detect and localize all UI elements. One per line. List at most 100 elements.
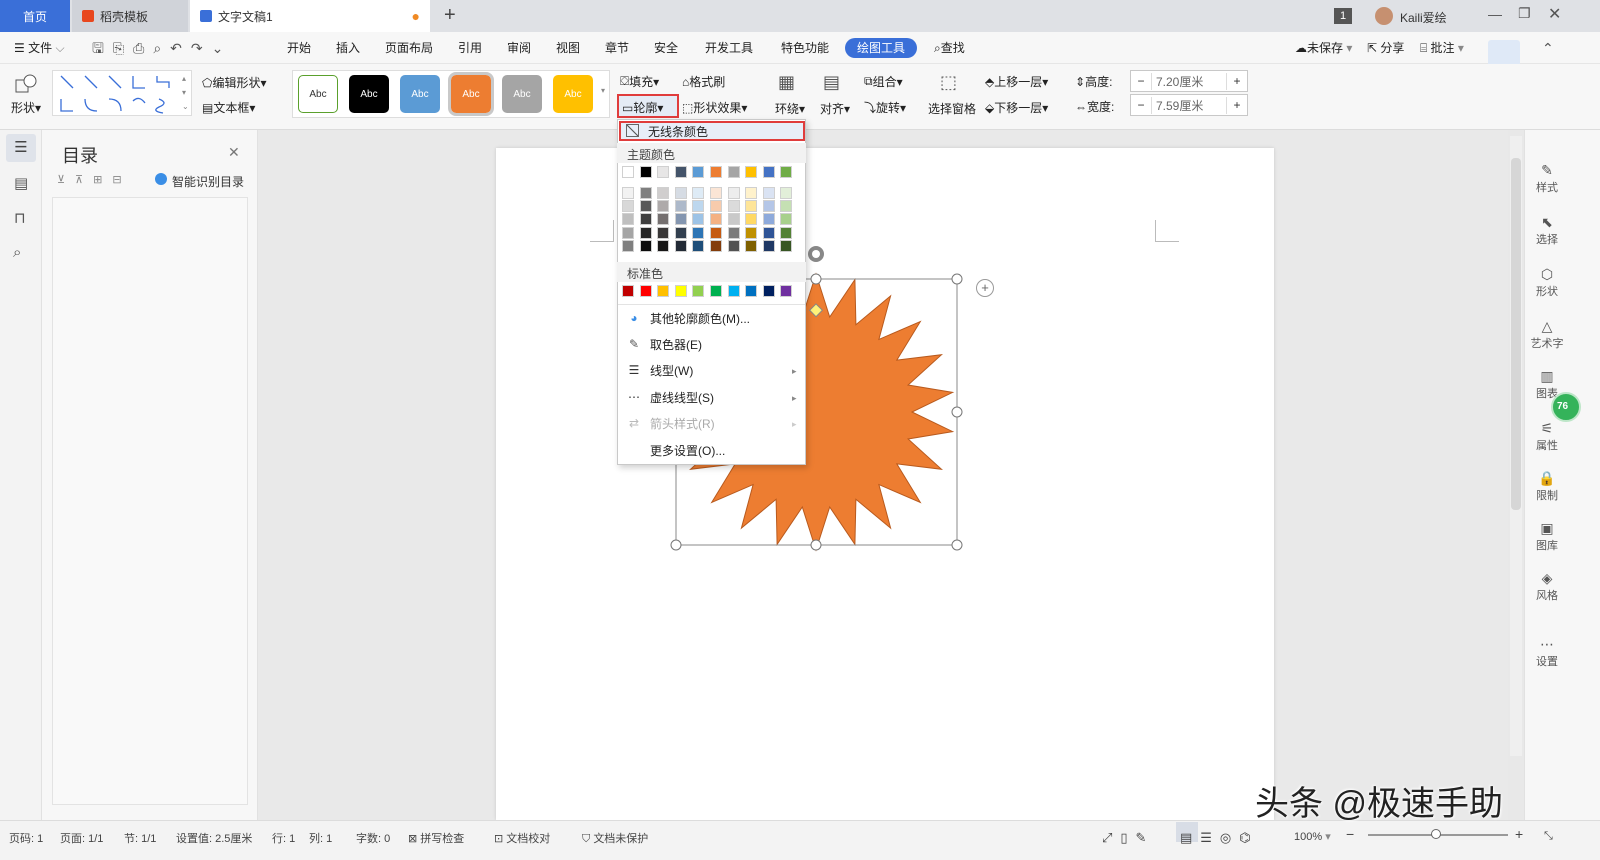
tab-home[interactable]: 首页	[0, 0, 70, 32]
theme-shade-swatch[interactable]	[709, 226, 722, 239]
page-nav-icon[interactable]: ▤	[14, 174, 28, 192]
find-nav-icon[interactable]: ⌕	[13, 244, 21, 261]
theme-shade-swatch[interactable]	[780, 213, 793, 226]
style-box-5[interactable]: Abc	[502, 75, 542, 113]
theme-shade-swatch[interactable]	[762, 213, 775, 226]
unsaved-button[interactable]: ☁未保存 ▾	[1295, 32, 1352, 64]
theme-shade-swatch[interactable]	[745, 200, 758, 213]
status-words[interactable]: 字数: 0	[356, 830, 390, 846]
tab-document[interactable]: 文字文稿1 ●	[190, 0, 430, 32]
theme-shade-swatch[interactable]	[780, 200, 793, 213]
theme-shade-swatch[interactable]	[709, 200, 722, 213]
theme-shade-swatch[interactable]	[762, 187, 775, 199]
menu-special[interactable]: 特色功能	[781, 32, 829, 64]
avatar[interactable]	[1375, 7, 1393, 25]
theme-shade-swatch[interactable]	[709, 187, 722, 199]
width-spinner[interactable]: −7.59厘米 +	[1130, 94, 1248, 116]
theme-shade-swatch[interactable]	[727, 187, 740, 199]
zoom-slider-handle[interactable]	[1431, 829, 1441, 839]
theme-shade-swatch[interactable]	[692, 187, 705, 199]
theme-shade-swatch[interactable]	[622, 187, 634, 199]
width-input[interactable]: 7.59厘米	[1151, 96, 1227, 114]
theme-shade-swatch[interactable]	[674, 200, 687, 213]
collapse-ribbon-icon[interactable]: ⌃	[1542, 40, 1554, 57]
panel-gallery-button[interactable]: ▣ 图库	[1525, 520, 1569, 553]
theme-shade-swatch[interactable]	[745, 239, 758, 252]
status-page[interactable]: 页码: 1	[9, 830, 43, 846]
theme-shade-swatch[interactable]	[639, 226, 652, 239]
more-settings-item[interactable]: 更多设置(O)...	[650, 437, 837, 463]
standard-color-swatch[interactable]	[780, 285, 793, 297]
status-col[interactable]: 列: 1	[309, 830, 332, 846]
align-button[interactable]: 对齐 ▾	[820, 100, 850, 117]
zoom-in-button[interactable]: +	[1515, 826, 1523, 842]
line-type-item[interactable]: ☰ 线型(W)	[618, 357, 805, 383]
theme-shade-swatch[interactable]	[639, 187, 652, 199]
theme-color-swatch[interactable]	[709, 166, 722, 178]
theme-shade-swatch[interactable]	[622, 226, 634, 239]
select-pane-button[interactable]: 选择窗格	[928, 100, 976, 117]
bring-forward-button[interactable]: ⬘ 上移一层 ▾	[985, 73, 1048, 90]
standard-color-swatch[interactable]	[727, 285, 740, 297]
view-mode-icons[interactable]: ⤢▯✎	[1102, 830, 1154, 846]
panel-select-button[interactable]: ⬉ 选择	[1525, 214, 1569, 247]
no-line-color-item[interactable]: 无线条颜色	[648, 123, 708, 140]
user-name[interactable]: Kaili爱绘	[1400, 9, 1447, 26]
standard-color-swatch[interactable]	[762, 285, 775, 297]
toc-tools-icons[interactable]: ⊻⊼⊞⊟	[57, 173, 132, 186]
status-setting[interactable]: 设置值: 2.5厘米	[176, 830, 252, 846]
panel-art-text-button[interactable]: △ 艺术字	[1525, 318, 1569, 351]
theme-color-swatch[interactable]	[692, 166, 705, 178]
protect-button[interactable]: ⛉ 文档未保护	[582, 830, 648, 846]
theme-shade-swatch[interactable]	[657, 200, 670, 213]
theme-shade-swatch[interactable]	[745, 226, 758, 239]
theme-shade-swatch[interactable]	[692, 226, 705, 239]
height-input[interactable]: 7.20厘米	[1151, 72, 1227, 90]
theme-shade-swatch[interactable]	[622, 239, 634, 252]
minimize-button[interactable]: —	[1488, 6, 1502, 22]
theme-shade-swatch[interactable]	[762, 200, 775, 213]
bookmark-nav-icon[interactable]: ⊓	[14, 209, 26, 227]
theme-shade-swatch[interactable]	[674, 213, 687, 226]
standard-color-swatch[interactable]	[639, 285, 652, 297]
height-minus-button[interactable]: −	[1131, 74, 1151, 88]
theme-shade-swatch[interactable]	[727, 213, 740, 226]
theme-color-swatch[interactable]	[657, 166, 670, 178]
restore-button[interactable]: ❐	[1518, 5, 1531, 22]
theme-shade-swatch[interactable]	[780, 239, 793, 252]
status-pages[interactable]: 页面: 1/1	[60, 830, 103, 846]
theme-shade-swatch[interactable]	[692, 200, 705, 213]
theme-shade-swatch[interactable]	[674, 187, 687, 199]
standard-color-swatch[interactable]	[745, 285, 758, 297]
comment-button[interactable]: ⌸ 批注 ▾	[1420, 32, 1464, 64]
panel-property-button[interactable]: ⚟ 属性	[1525, 420, 1569, 453]
theme-color-swatch[interactable]	[762, 166, 775, 178]
eyedropper-item[interactable]: ✎ 取色器(E)	[618, 331, 805, 357]
file-menu[interactable]: ☰ 文件 ⌵	[14, 32, 65, 64]
standard-color-swatch[interactable]	[622, 285, 634, 297]
width-minus-button[interactable]: −	[1131, 98, 1151, 112]
wrap-button[interactable]: 环绕 ▾	[775, 100, 805, 117]
tab-template[interactable]: 稻壳模板	[72, 0, 188, 32]
theme-color-swatch[interactable]	[727, 166, 740, 178]
menu-start[interactable]: 开始	[287, 32, 311, 64]
panel-theme-button[interactable]: ◈ 风格	[1525, 570, 1569, 603]
spell-check-button[interactable]: ⊠ 拼写检查	[408, 830, 464, 846]
more-outline-colors-item[interactable]: ◕ 其他轮廓颜色(M)...	[618, 305, 805, 331]
theme-shade-swatch[interactable]	[745, 213, 758, 226]
layout-view-icons[interactable]: ▤☰◎⌬	[1180, 830, 1259, 846]
height-spinner[interactable]: −7.20厘米 +	[1130, 70, 1248, 92]
width-plus-button[interactable]: +	[1227, 98, 1247, 112]
status-section[interactable]: 节: 1/1	[124, 830, 156, 846]
close-window-button[interactable]: ✕	[1548, 4, 1561, 24]
menu-chapter[interactable]: 章节	[605, 32, 629, 64]
group-button[interactable]: ⧉ 组合 ▾	[864, 73, 903, 90]
scrollbar-thumb[interactable]	[1511, 158, 1521, 510]
theme-shade-swatch[interactable]	[639, 213, 652, 226]
standard-color-swatch[interactable]	[674, 285, 687, 297]
standard-color-swatch[interactable]	[709, 285, 722, 297]
panel-settings-button[interactable]: ⋯ 设置	[1525, 636, 1569, 669]
rotate-button[interactable]: ⤵ 旋转 ▾	[864, 99, 906, 116]
theme-shade-swatch[interactable]	[622, 200, 634, 213]
style-box-4[interactable]: Abc	[448, 72, 494, 116]
